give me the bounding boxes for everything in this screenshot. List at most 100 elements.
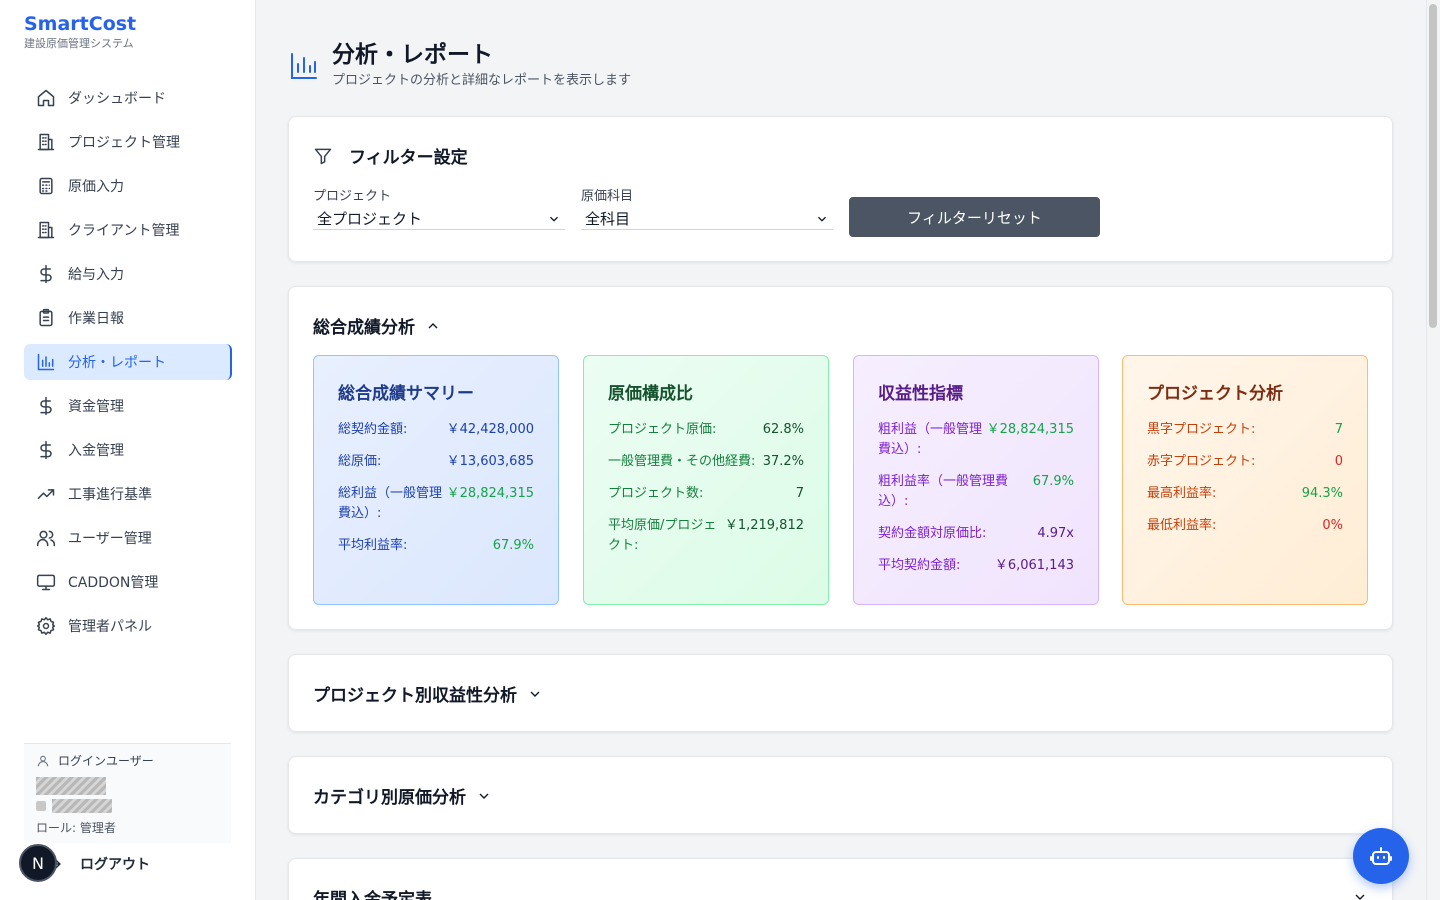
- metric-key: 平均原価/プロジェクト:: [608, 518, 717, 553]
- project-select[interactable]: 全プロジェクト: [313, 208, 565, 230]
- brand-name: SmartCost: [24, 13, 137, 35]
- clipboard-icon: [36, 308, 56, 328]
- metric-row: 総原価: ￥13,603,685: [338, 452, 534, 472]
- category-cost-title: カテゴリ別原価分析: [313, 788, 466, 808]
- chatbot-button[interactable]: [1353, 828, 1409, 884]
- bar-chart-icon: [288, 50, 320, 82]
- sidebar-item-label: ダッシュボード: [68, 91, 166, 107]
- sidebar-item-cost-input[interactable]: 原価入力: [24, 168, 232, 204]
- chevron-down-icon: [550, 216, 558, 222]
- dollar-icon: [36, 396, 56, 416]
- metric-row: 黒字プロジェクト: 7: [1147, 420, 1343, 440]
- metric-value: 0%: [1322, 518, 1343, 533]
- sidebar-item-caddon[interactable]: CADDON管理: [24, 564, 232, 600]
- sidebar-item-dashboard[interactable]: ダッシュボード: [24, 80, 232, 116]
- metric-key: 最高利益率:: [1147, 486, 1217, 501]
- metric-value: 7: [1334, 422, 1343, 437]
- filter-reset-button[interactable]: フィルターリセット: [849, 197, 1100, 237]
- sidebar-item-label: 分析・レポート: [68, 355, 166, 371]
- logout-label: ログアウト: [80, 857, 150, 873]
- project-profit-title: プロジェクト別収益性分析: [313, 686, 517, 706]
- metric-row: 平均利益率: 67.9%: [338, 536, 534, 556]
- category-cost-toggle[interactable]: カテゴリ別原価分析: [313, 783, 492, 808]
- user-label-text: ログインユーザー: [58, 754, 154, 768]
- building-icon: [36, 220, 56, 240]
- category-cost-card: カテゴリ別原価分析: [288, 756, 1393, 834]
- metric-row: プロジェクト数: 7: [608, 484, 804, 504]
- sidebar-item-label: 原価入力: [68, 179, 124, 195]
- metric-row: 粗利益率（一般管理費込）: 67.9%: [878, 472, 1074, 512]
- chevron-down-icon[interactable]: [1352, 889, 1368, 900]
- overall-analysis-card: 総合成績分析 総合成績サマリー 総契約金額: ￥42,428,000 総原価: ￥1…: [288, 286, 1393, 630]
- n-badge[interactable]: N: [19, 844, 57, 882]
- redacted-email-row: [36, 799, 219, 813]
- overall-title: 総合成績分析: [313, 318, 415, 338]
- sidebar-item-payments[interactable]: 入金管理: [24, 432, 232, 468]
- metric-row: 最高利益率: 94.3%: [1147, 484, 1343, 504]
- redacted-username: [36, 777, 106, 795]
- metric-value: ￥42,428,000: [446, 422, 534, 437]
- metric-value: ￥13,603,685: [446, 454, 534, 469]
- metric-row: 一般管理費・その他経費: 37.2%: [608, 452, 804, 472]
- sidebar-item-label: プロジェクト管理: [68, 135, 180, 151]
- user-icon: [37, 755, 49, 766]
- calculator-icon: [36, 176, 56, 196]
- sidebar-item-clients[interactable]: クライアント管理: [24, 212, 232, 248]
- overall-section-toggle[interactable]: 総合成績分析: [313, 313, 441, 338]
- sidebar-item-label: 作業日報: [68, 311, 124, 327]
- metric-value: 94.3%: [1301, 486, 1343, 501]
- lock-icon: [36, 801, 46, 811]
- metric-value: ￥28,824,315: [446, 486, 534, 501]
- cost-composition-card: 原価構成比 プロジェクト原価: 62.8% 一般管理費・その他経費: 37.2% プ…: [583, 355, 829, 605]
- chevron-down-icon: [479, 793, 489, 799]
- metric-value: 7: [795, 486, 804, 501]
- metric-value: 4.97x: [1037, 526, 1074, 541]
- sidebar-item-admin[interactable]: 管理者パネル: [24, 608, 232, 644]
- chevron-down-icon: [818, 216, 826, 222]
- metric-key: 総原価:: [338, 454, 382, 469]
- sidebar-item-label: CADDON管理: [68, 575, 159, 591]
- dollar-icon: [36, 264, 56, 284]
- metric-value: 0: [1334, 454, 1343, 469]
- sidebar-item-progress[interactable]: 工事進行基準: [24, 476, 232, 512]
- profitability-card: 収益性指標 粗利益（一般管理費込）: ￥28,824,315 粗利益率（一般管理費…: [853, 355, 1099, 605]
- sidebar-item-projects[interactable]: プロジェクト管理: [24, 124, 232, 160]
- metric-row: 最低利益率: 0%: [1147, 516, 1343, 536]
- metric-key: 平均利益率:: [338, 538, 408, 553]
- metric-row: 総契約金額: ￥42,428,000: [338, 420, 534, 440]
- cost-title: 原価構成比: [608, 384, 693, 404]
- chevron-down-icon: [530, 691, 540, 697]
- cost-select[interactable]: 全科目: [581, 208, 833, 230]
- scrollbar-thumb[interactable]: [1429, 4, 1437, 328]
- user-label: ログインユーザー: [36, 752, 219, 769]
- sidebar-item-users[interactable]: ユーザー管理: [24, 520, 232, 556]
- metric-key: 総契約金額:: [338, 422, 408, 437]
- user-role: ロール: 管理者: [36, 821, 116, 835]
- metric-row: プロジェクト原価: 62.8%: [608, 420, 804, 440]
- filter-icon: [314, 148, 332, 164]
- scrollbar[interactable]: [1426, 0, 1440, 900]
- metric-value: ￥6,061,143: [994, 558, 1074, 573]
- summary-title: 総合成績サマリー: [338, 384, 474, 404]
- yearly-payment-card: 年間入金予定表: [288, 858, 1393, 900]
- sidebar-item-salary[interactable]: 給与入力: [24, 256, 232, 292]
- sidebar-item-daily-report[interactable]: 作業日報: [24, 300, 232, 336]
- yearly-toggle[interactable]: 年間入金予定表: [313, 885, 432, 900]
- metric-key: 赤字プロジェクト:: [1147, 454, 1256, 469]
- project-profit-toggle[interactable]: プロジェクト別収益性分析: [313, 681, 543, 706]
- project-analysis-card: プロジェクト分析 黒字プロジェクト: 7 赤字プロジェクト: 0 最高利益率: 94.…: [1122, 355, 1368, 605]
- metric-key: 粗利益（一般管理費込）:: [878, 422, 983, 457]
- home-icon: [36, 88, 56, 108]
- sidebar-item-analytics[interactable]: 分析・レポート: [24, 344, 232, 380]
- dollar-icon: [36, 440, 56, 460]
- trending-up-icon: [36, 484, 56, 504]
- main-content: 分析・レポート プロジェクトの分析と詳細なレポートを表示します フィルター設定 …: [256, 0, 1426, 900]
- metric-key: 黒字プロジェクト:: [1147, 422, 1256, 437]
- metric-value: ￥28,824,315: [986, 422, 1074, 437]
- sidebar-item-funds[interactable]: 資金管理: [24, 388, 232, 424]
- page-header: 分析・レポート プロジェクトの分析と詳細なレポートを表示します: [288, 40, 631, 92]
- logout-button[interactable]: ログアウト: [44, 850, 150, 878]
- metric-row: 平均原価/プロジェクト: ￥1,219,812: [608, 516, 804, 556]
- metric-key: 粗利益率（一般管理費込）:: [878, 474, 1009, 509]
- project-filter: プロジェクト 全プロジェクト: [313, 185, 565, 230]
